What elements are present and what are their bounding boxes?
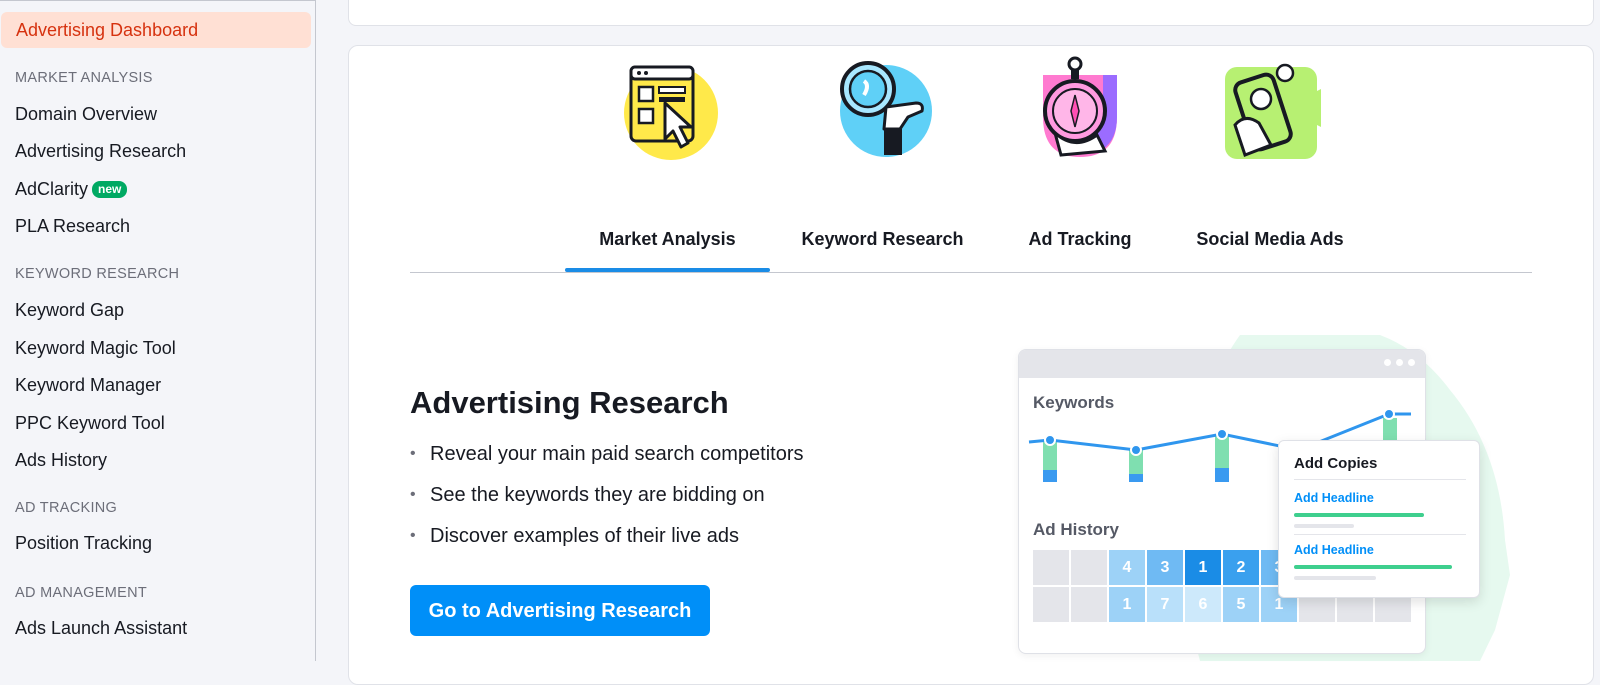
bullet-dot: •	[410, 527, 416, 544]
sidebar-item-domain-overview[interactable]: Domain Overview	[15, 104, 157, 125]
bullet-dot: •	[410, 486, 416, 503]
tab-selected-indicator	[565, 268, 770, 272]
sidebar-item-ppc-keyword-tool[interactable]: PPC Keyword Tool	[15, 413, 165, 434]
ad-history-cell: 7	[1147, 587, 1183, 622]
stopwatch-hand-icon	[1025, 55, 1135, 170]
magnifier-hand-icon	[828, 55, 938, 170]
tab-keyword-research[interactable]: Keyword Research	[795, 55, 970, 267]
phone-hand-icon	[1215, 55, 1325, 170]
tab-label: Ad Tracking	[1028, 229, 1132, 249]
feature-bullets: • Reveal your main paid search competitor…	[408, 440, 804, 563]
sidebar: Advertising Dashboard MARKET ANALYSIS Do…	[0, 0, 316, 661]
sidebar-item-ads-history[interactable]: Ads History	[15, 450, 107, 471]
window-dots-icon	[1384, 359, 1415, 366]
tab-market-analysis[interactable]: Market Analysis	[565, 55, 770, 267]
headline-bar	[1294, 565, 1452, 569]
sidebar-item-position-tracking[interactable]: Position Tracking	[15, 533, 152, 554]
popup-divider	[1294, 479, 1466, 480]
chart-point	[1044, 434, 1056, 446]
sidebar-item-adclarity[interactable]: AdClarity new	[15, 179, 128, 200]
headline-bar	[1294, 513, 1424, 517]
ad-history-cell	[1071, 587, 1107, 622]
sidebar-section-market-analysis: MARKET ANALYSIS	[15, 70, 153, 86]
popup-title: Add Copies	[1294, 455, 1378, 472]
top-card	[348, 0, 1594, 26]
feature-title: Advertising Research	[410, 385, 729, 420]
headline-subbar	[1294, 524, 1354, 528]
go-to-advertising-research-button[interactable]: Go to Advertising Research	[410, 585, 710, 636]
sidebar-item-advertising-research[interactable]: Advertising Research	[15, 141, 186, 162]
sidebar-section-ad-tracking: AD TRACKING	[15, 500, 118, 516]
ad-history-cell	[1033, 587, 1069, 622]
tab-ad-tracking[interactable]: Ad Tracking	[1005, 55, 1155, 267]
chart-point	[1216, 428, 1228, 440]
popup-divider	[1294, 534, 1466, 535]
tab-label: Keyword Research	[801, 229, 964, 249]
chart-point	[1383, 410, 1395, 420]
sidebar-item-label: AdClarity	[15, 179, 89, 199]
tab-social-media-ads[interactable]: Social Media Ads	[1185, 55, 1355, 267]
ad-history-cell	[1071, 550, 1107, 585]
sidebar-item-ads-launch-assistant[interactable]: Ads Launch Assistant	[15, 618, 187, 639]
feature-bullet: • Discover examples of their live ads	[408, 522, 804, 563]
bullet-text: Reveal your main paid search competitors	[430, 443, 804, 465]
ad-history-cell: 3	[1147, 550, 1183, 585]
sidebar-item-keyword-manager[interactable]: Keyword Manager	[15, 375, 161, 396]
ad-history-cell: 2	[1223, 550, 1259, 585]
chart-point	[1130, 444, 1142, 456]
feature-bullet: • Reveal your main paid search competitor…	[408, 440, 804, 481]
add-headline-link[interactable]: Add Headline	[1294, 491, 1374, 505]
mockup-titlebar	[1019, 350, 1425, 378]
browser-cursor-icon	[613, 55, 723, 170]
add-copies-popup: Add Copies Add Headline Add Headline	[1278, 440, 1480, 598]
ad-history-cell: 1	[1109, 587, 1145, 622]
sidebar-section-ad-management: AD MANAGEMENT	[15, 585, 147, 601]
ad-history-label: Ad History	[1033, 520, 1119, 539]
ad-history-cell	[1033, 550, 1069, 585]
sidebar-item-keyword-magic-tool[interactable]: Keyword Magic Tool	[15, 338, 176, 359]
sidebar-item-label: Advertising Dashboard	[16, 20, 199, 40]
chart-bar	[1129, 474, 1143, 482]
tab-label: Social Media Ads	[1196, 229, 1344, 249]
sidebar-item-advertising-dashboard[interactable]: Advertising Dashboard	[1, 12, 311, 48]
sidebar-item-pla-research[interactable]: PLA Research	[15, 216, 130, 237]
add-headline-link[interactable]: Add Headline	[1294, 543, 1374, 557]
bullet-text: See the keywords they are bidding on	[430, 484, 765, 506]
bullet-dot: •	[410, 445, 416, 462]
chart-bar	[1043, 470, 1057, 482]
ad-history-cell: 6	[1185, 587, 1221, 622]
sidebar-section-keyword-research: KEYWORD RESEARCH	[15, 266, 180, 282]
headline-subbar	[1294, 576, 1376, 580]
sidebar-top-border	[0, 0, 316, 1]
new-badge: new	[92, 181, 128, 198]
ad-history-cell: 4	[1109, 550, 1145, 585]
bullet-text: Discover examples of their live ads	[430, 525, 740, 547]
tab-label: Market Analysis	[599, 229, 736, 249]
sidebar-item-keyword-gap[interactable]: Keyword Gap	[15, 300, 124, 321]
tab-divider	[410, 272, 1532, 273]
chart-bar	[1215, 468, 1229, 482]
ad-history-cell: 1	[1185, 550, 1221, 585]
feature-bullet: • See the keywords they are bidding on	[408, 481, 804, 522]
ad-history-cell: 5	[1223, 587, 1259, 622]
